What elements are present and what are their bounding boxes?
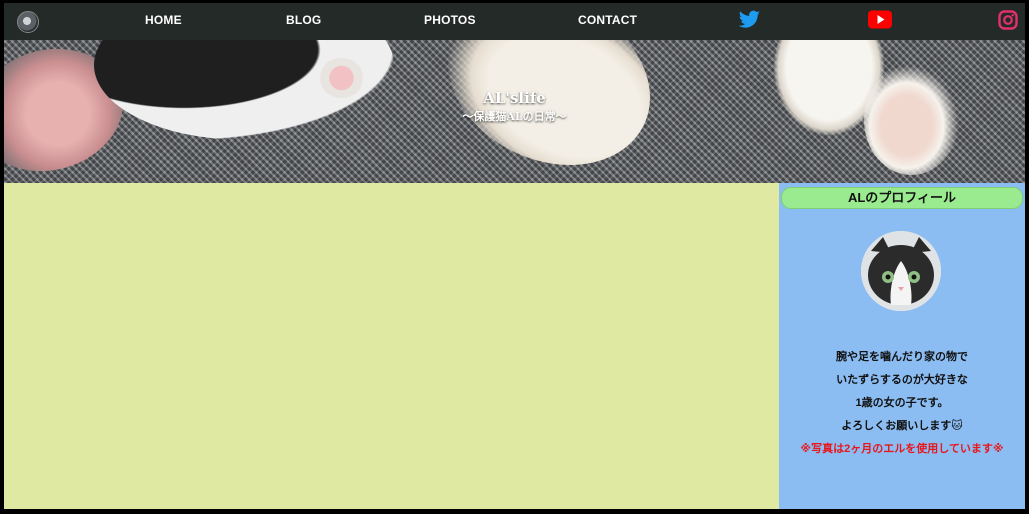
top-nav: HOME BLOG PHOTOS CONTACT: [4, 3, 1025, 40]
youtube-icon[interactable]: [868, 10, 892, 34]
nav-blog-link[interactable]: BLOG: [286, 13, 321, 27]
profile-line-2: いたずらするのが大好きな: [836, 374, 968, 386]
profile-sidebar: ALのプロフィール 腕や足を噛んだり家の物で いたずらするのが大好きな 1歳の女…: [779, 183, 1025, 509]
profile-line-3: 1歳の女の子です。: [855, 397, 949, 409]
site-subtitle: 〜保護猫ALの日常〜: [462, 110, 567, 123]
nav-photos-link[interactable]: PHOTOS: [424, 13, 476, 27]
nav-contact-link[interactable]: CONTACT: [578, 13, 637, 27]
hero-banner: AL'slife 〜保護猫ALの日常〜: [4, 40, 1025, 183]
profile-line-1: 腕や足を噛んだり家の物で: [836, 351, 968, 363]
nav-home-link[interactable]: HOME: [145, 13, 182, 27]
twitter-icon[interactable]: [738, 10, 761, 35]
cat-avatar: [861, 231, 941, 311]
main-content-area: [4, 183, 779, 509]
site-logo-icon[interactable]: [17, 11, 39, 33]
site-title[interactable]: AL'slife: [4, 89, 1025, 107]
page-frame: HOME BLOG PHOTOS CONTACT AL'slife 〜保護猫AL…: [4, 3, 1025, 509]
instagram-icon[interactable]: [998, 10, 1018, 35]
profile-heading: ALのプロフィール: [781, 187, 1023, 209]
photo-note: ※写真は2ヶ月のエルを使用しています※: [800, 443, 1004, 455]
profile-line-4: よろしくお願いします🐱: [841, 420, 963, 432]
